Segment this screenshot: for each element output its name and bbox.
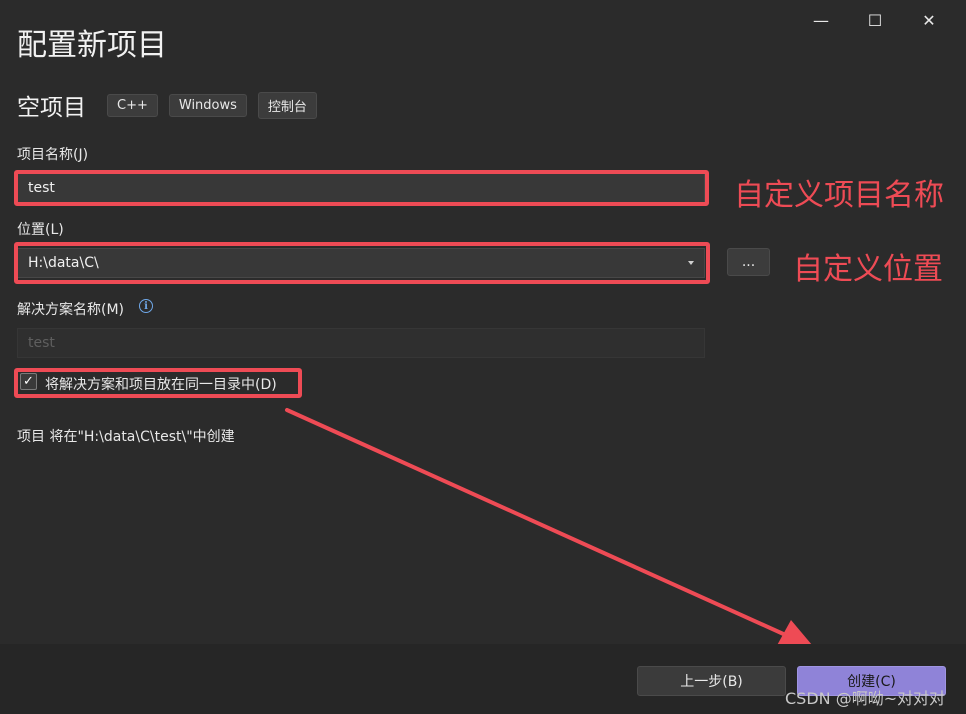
template-name: 空项目 — [17, 95, 86, 121]
tag-language: C++ — [107, 93, 158, 117]
project-name-annotation: 自定义项目名称 — [734, 178, 944, 213]
solution-name-label: 解决方案名称(M) — [17, 302, 125, 318]
solution-name-value: test — [28, 335, 55, 351]
back-button[interactable]: 上一步(B) — [637, 666, 786, 696]
tag-platform: Windows — [168, 93, 247, 117]
location-highlight — [14, 242, 710, 284]
location-label: 位置(L) — [17, 222, 64, 238]
project-name-highlight — [14, 170, 709, 206]
tag-project-type: 控制台 — [257, 91, 317, 119]
solution-name-input: test — [17, 328, 705, 358]
browse-button[interactable]: ... — [727, 248, 770, 276]
maximize-icon[interactable]: ☐ — [848, 8, 902, 32]
info-icon[interactable]: i — [139, 299, 153, 313]
arrow-shaft — [285, 408, 792, 639]
window-controls: — ☐ ✕ — [794, 8, 956, 32]
close-icon[interactable]: ✕ — [902, 8, 956, 32]
template-header: 空项目 C++ Windows 控制台 — [17, 88, 328, 122]
creation-path-summary: 项目 将在"H:\data\C\test\"中创建 — [17, 429, 235, 445]
minimize-icon[interactable]: — — [794, 8, 848, 32]
checkbox-highlight — [14, 368, 302, 398]
page-title: 配置新项目 — [17, 28, 167, 63]
project-name-label: 项目名称(J) — [17, 147, 89, 163]
watermark: CSDN @啊呦~对对对 — [785, 689, 946, 708]
location-annotation: 自定义位置 — [793, 252, 943, 287]
